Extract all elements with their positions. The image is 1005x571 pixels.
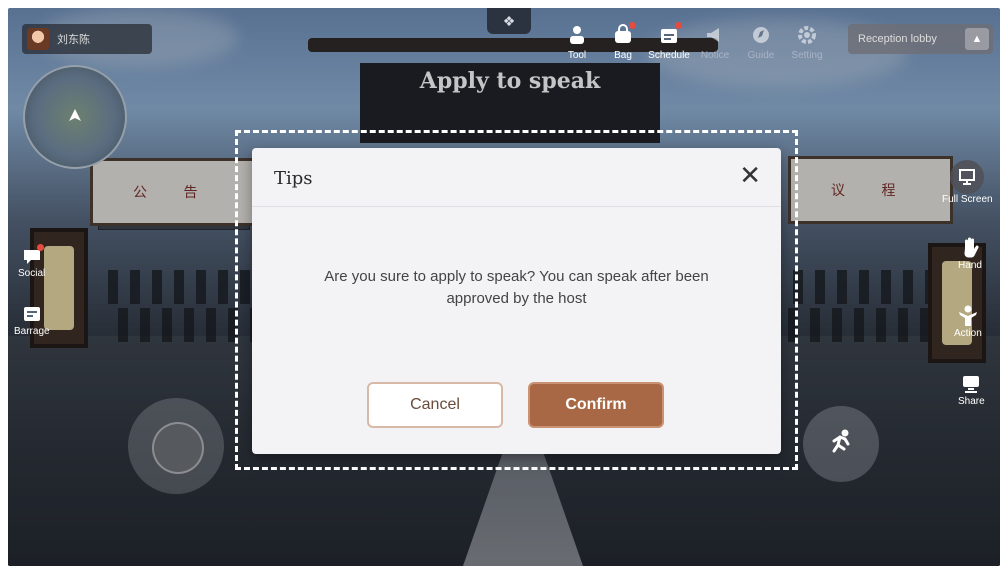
cancel-button[interactable]: Cancel — [367, 382, 503, 428]
schedule-label: Schedule — [648, 50, 690, 61]
hand-button[interactable]: Hand — [958, 236, 982, 271]
social-button[interactable]: Social — [18, 244, 45, 279]
notice-button[interactable]: Notice — [695, 22, 735, 61]
chevron-up-icon[interactable]: ▲ — [965, 28, 989, 50]
user-name: 刘东陈 — [57, 34, 90, 46]
room-selector-label: Reception lobby — [858, 33, 937, 45]
user-profile[interactable]: 刘东陈 — [22, 24, 152, 54]
jump-button[interactable] — [803, 406, 879, 482]
bag-button[interactable]: Bag — [603, 22, 643, 61]
notification-badge — [36, 244, 44, 251]
bag-icon — [610, 22, 636, 48]
hand-raise-icon — [958, 236, 982, 260]
barrage-label: Barrage — [14, 326, 50, 337]
chat-bubble-icon — [20, 244, 44, 268]
schedule-icon — [656, 22, 682, 48]
presentation-icon — [950, 160, 985, 194]
running-figure-icon — [826, 427, 856, 462]
confirm-button[interactable]: Confirm — [528, 382, 664, 428]
guide-button[interactable]: Guide — [741, 22, 781, 61]
collapse-toolbar-button[interactable]: ❖ — [487, 8, 531, 34]
action-button[interactable]: Action — [954, 304, 982, 339]
share-screen-icon — [959, 372, 983, 396]
guide-label: Guide — [747, 50, 775, 61]
gear-icon — [794, 22, 820, 48]
notice-label: Notice — [700, 50, 730, 61]
avatar — [27, 28, 49, 50]
person-tool-icon — [564, 22, 590, 48]
chevron-down-icon: ❖ — [502, 12, 516, 29]
dialog-title: Tips — [274, 168, 313, 189]
room-selector[interactable]: Reception lobby ▲ — [848, 24, 993, 54]
barrage-button[interactable]: Barrage — [14, 302, 50, 337]
apply-to-speak-dialog: Tips ✕ Are you sure to apply to speak? Y… — [252, 148, 781, 454]
minimap[interactable] — [23, 65, 127, 169]
setting-button[interactable]: Setting — [787, 22, 827, 61]
tool-button[interactable]: Tool — [557, 22, 597, 61]
close-icon[interactable]: ✕ — [739, 162, 761, 188]
app-viewport: 公 告 议 程 Apply to speak 刘东陈 ❖ Tool Bag Sc… — [8, 8, 1000, 566]
setting-label: Setting — [791, 50, 823, 61]
compass-icon — [748, 22, 774, 48]
top-toolbar: Tool Bag Schedule Notice Guide Setting — [557, 22, 827, 61]
megaphone-icon — [702, 22, 728, 48]
bag-label: Bag — [614, 50, 632, 61]
full-screen-button[interactable]: Full Screen — [942, 160, 993, 205]
dialog-divider — [252, 206, 781, 207]
hand-label: Hand — [958, 260, 982, 271]
action-label: Action — [954, 328, 982, 339]
player-location-icon — [69, 109, 81, 121]
action-figure-icon — [956, 304, 980, 328]
share-button[interactable]: Share — [958, 372, 985, 407]
full-screen-label: Full Screen — [942, 194, 993, 205]
joystick-knob[interactable] — [152, 422, 204, 474]
social-label: Social — [18, 268, 46, 279]
notification-badge — [629, 22, 636, 29]
schedule-button[interactable]: Schedule — [648, 22, 690, 61]
dialog-message: Are you sure to apply to speak? You can … — [324, 268, 709, 307]
share-label: Share — [958, 396, 985, 407]
notification-badge — [675, 22, 682, 29]
barrage-icon — [20, 302, 44, 326]
movement-joystick[interactable] — [128, 398, 224, 494]
tool-label: Tool — [567, 50, 587, 61]
